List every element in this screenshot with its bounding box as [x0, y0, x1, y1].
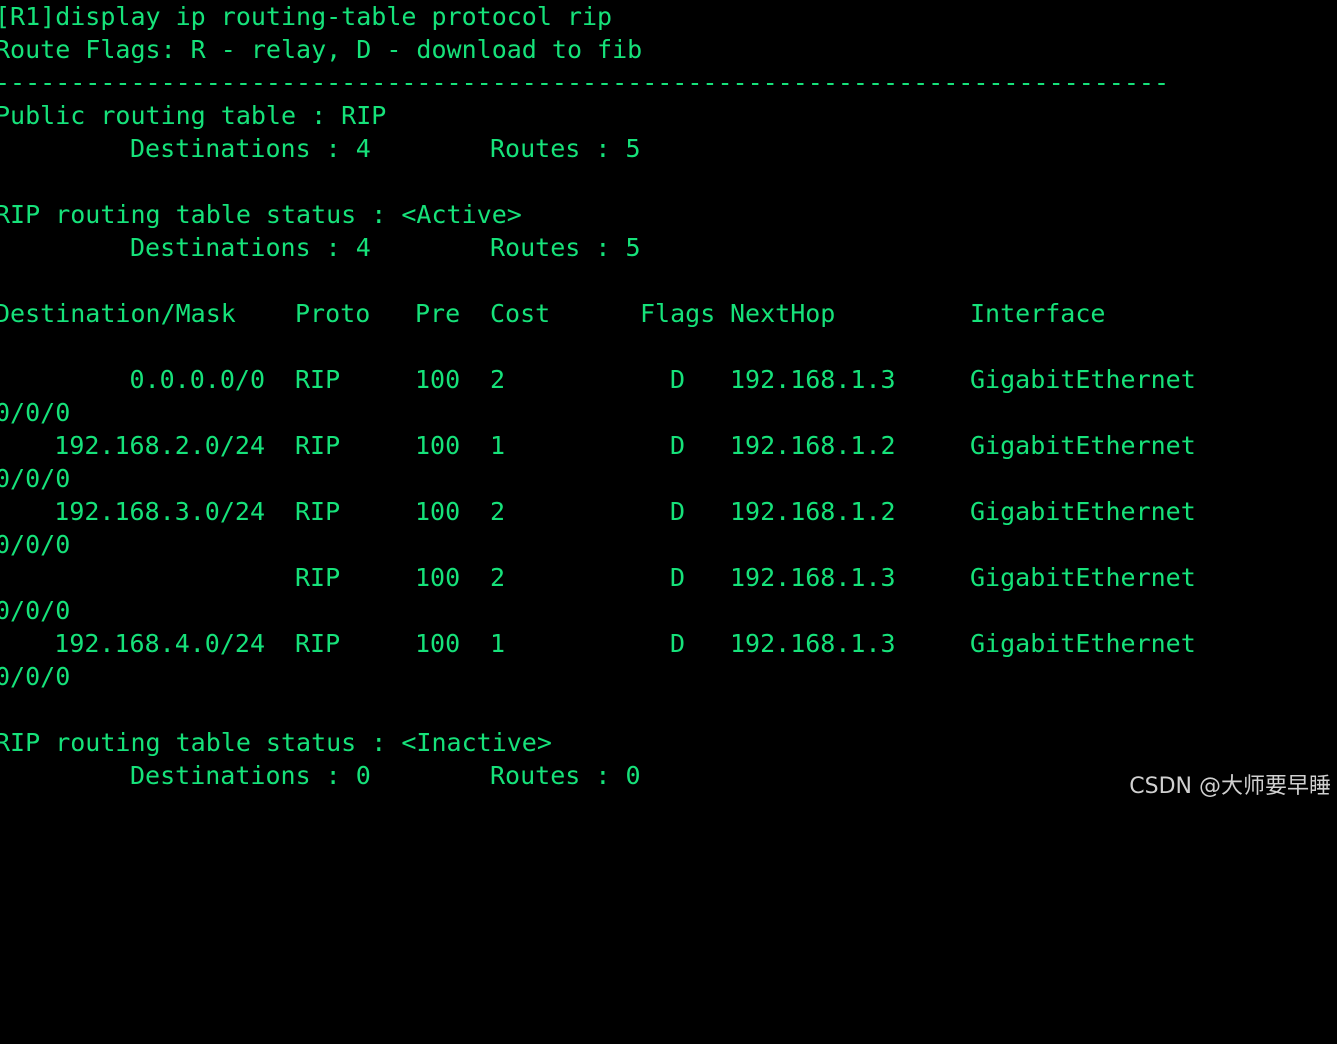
row-interface-continuation: 0/0/0 — [0, 398, 71, 427]
row-destination: 192.168.2.0/24 — [54, 431, 265, 460]
table-header: Destination/Mask Proto Pre Cost Flags Ne… — [0, 297, 1337, 330]
row-cost: 2 — [490, 365, 506, 394]
public-table-title: Public routing table : RIP — [0, 101, 387, 130]
row-flags: D — [670, 563, 686, 592]
row-destination: 192.168.4.0/24 — [54, 629, 265, 658]
row-nexthop: 192.168.1.3 — [730, 563, 896, 592]
public-table-summary: Destinations : 4 Routes : 5 — [0, 132, 1337, 165]
header-destination: Destination/Mask — [0, 299, 236, 328]
table-row: 192.168.4.0/24 RIP 100 1 D 192.168.1.3 G… — [0, 627, 1337, 660]
row-cost: 2 — [490, 563, 506, 592]
table-row: 192.168.3.0/24 RIP 100 2 D 192.168.1.2 G… — [0, 495, 1337, 528]
table-row: 0.0.0.0/0 RIP 100 2 D 192.168.1.3 Gigabi… — [0, 363, 1337, 396]
command-line: [R1]display ip routing-table protocol ri… — [0, 2, 613, 31]
row-proto: RIP — [295, 497, 341, 526]
active-destinations-count: Destinations : 4 — [130, 233, 371, 262]
active-routes-count: Routes : 5 — [490, 233, 641, 262]
row-flags: D — [670, 365, 686, 394]
separator-line: ----------------------------------------… — [0, 68, 1169, 97]
row-interface: GigabitEthernet — [970, 431, 1196, 460]
row-nexthop: 192.168.1.2 — [730, 497, 896, 526]
terminal-window[interactable]: [R1]display ip routing-table protocol ri… — [0, 0, 1337, 806]
public-routes-count: Routes : 5 — [490, 134, 641, 163]
inactive-routes-count: Routes : 0 — [490, 761, 641, 790]
header-pre: Pre — [415, 299, 461, 328]
csdn-watermark: CSDN @大师要早睡 — [1129, 774, 1331, 799]
header-nexthop: NextHop — [730, 299, 836, 328]
row-interface-continuation: 0/0/0 — [0, 464, 71, 493]
row-interface: GigabitEthernet — [970, 365, 1196, 394]
row-nexthop: 192.168.1.3 — [730, 629, 896, 658]
row-proto: RIP — [295, 563, 341, 592]
row-interface-continuation: 0/0/0 — [0, 662, 71, 691]
route-flags-legend: Route Flags: R - relay, D - download to … — [0, 35, 643, 64]
row-destination: 192.168.3.0/24 — [54, 497, 265, 526]
row-flags: D — [670, 497, 686, 526]
row-nexthop: 192.168.1.3 — [730, 365, 896, 394]
header-flags: Flags — [640, 299, 716, 328]
row-interface: GigabitEthernet — [970, 629, 1196, 658]
row-pre: 100 — [415, 629, 461, 658]
active-section-summary: Destinations : 4 Routes : 5 — [0, 231, 1337, 264]
row-proto: RIP — [295, 431, 341, 460]
row-pre: 100 — [415, 365, 461, 394]
active-section-title: RIP routing table status : <Active> — [0, 200, 522, 229]
inactive-destinations-count: Destinations : 0 — [130, 761, 371, 790]
header-cost: Cost — [490, 299, 551, 328]
row-pre: 100 — [415, 431, 461, 460]
row-proto: RIP — [295, 629, 341, 658]
row-interface-continuation: 0/0/0 — [0, 596, 71, 625]
public-destinations-count: Destinations : 4 — [130, 134, 371, 163]
row-nexthop: 192.168.1.2 — [730, 431, 896, 460]
table-row: RIP 100 2 D 192.168.1.3 GigabitEthernet — [0, 561, 1337, 594]
row-proto: RIP — [295, 365, 341, 394]
row-interface: GigabitEthernet — [970, 497, 1196, 526]
header-proto: Proto — [295, 299, 371, 328]
row-pre: 100 — [415, 497, 461, 526]
row-interface-continuation: 0/0/0 — [0, 530, 71, 559]
row-pre: 100 — [415, 563, 461, 592]
row-flags: D — [670, 431, 686, 460]
row-flags: D — [670, 629, 686, 658]
row-destination: 0.0.0.0/0 — [129, 365, 265, 394]
row-cost: 1 — [490, 629, 506, 658]
header-interface: Interface — [970, 299, 1106, 328]
row-cost: 2 — [490, 497, 506, 526]
table-row: 192.168.2.0/24 RIP 100 1 D 192.168.1.2 G… — [0, 429, 1337, 462]
inactive-section-title: RIP routing table status : <Inactive> — [0, 728, 552, 757]
row-cost: 1 — [490, 431, 506, 460]
row-interface: GigabitEthernet — [970, 563, 1196, 592]
